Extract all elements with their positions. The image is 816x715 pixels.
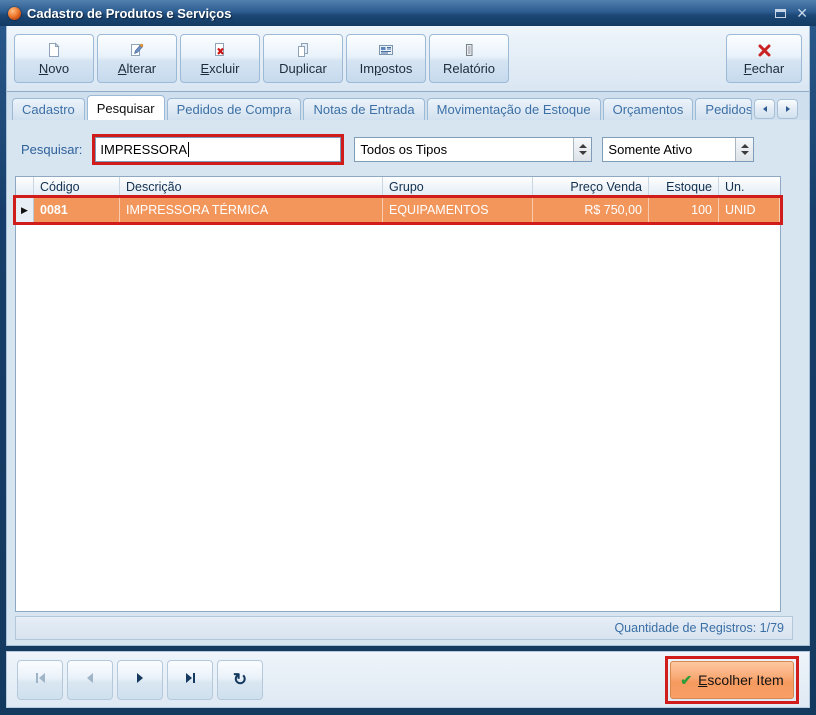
tab-orcamentos[interactable]: Orçamentos bbox=[603, 98, 694, 120]
spinner-arrows-icon[interactable] bbox=[573, 138, 591, 161]
fechar-button[interactable]: Fechar bbox=[726, 34, 802, 83]
tab-scroll-left-icon[interactable] bbox=[754, 99, 775, 119]
search-label: Pesquisar: bbox=[21, 142, 82, 157]
novo-button[interactable]: Novo bbox=[14, 34, 94, 83]
tabstrip: Cadastro Pesquisar Pedidos de Compra Not… bbox=[7, 92, 809, 120]
previous-record-icon bbox=[85, 672, 95, 687]
window-title: Cadastro de Produtos e Serviços bbox=[27, 6, 231, 21]
active-filter-value: Somente Ativo bbox=[603, 138, 735, 161]
first-record-button[interactable] bbox=[17, 660, 63, 700]
cell-codigo: 0081 bbox=[34, 198, 120, 222]
tab-movimentacao-de-estoque[interactable]: Movimentação de Estoque bbox=[427, 98, 601, 120]
delete-icon bbox=[212, 42, 229, 59]
search-input-value: IMPRESSORA bbox=[100, 142, 187, 157]
last-record-icon bbox=[184, 672, 197, 687]
grid-header-grupo[interactable]: Grupo bbox=[383, 177, 533, 197]
app-window: Cadastro de Produtos e Serviços ✕ Novo A… bbox=[0, 0, 816, 715]
first-record-icon bbox=[34, 672, 47, 687]
cell-grupo: EQUIPAMENTOS bbox=[383, 198, 533, 222]
escolher-item-button[interactable]: ✔ Escolher Item bbox=[670, 661, 794, 699]
row-indicator-arrow-icon: ▶ bbox=[21, 205, 28, 216]
bottom-bar: ↻ ✔ Escolher Item bbox=[6, 651, 810, 708]
statusbar: Quantidade de Registros: 1/79 bbox=[15, 616, 793, 640]
app-icon bbox=[8, 7, 21, 20]
grid-header-indicator bbox=[16, 177, 34, 197]
duplicate-icon bbox=[295, 42, 312, 59]
table-row-selected[interactable]: ▶ 0081 IMPRESSORA TÉRMICA EQUIPAMENTOS R… bbox=[16, 198, 780, 222]
tab-pedidos-de-compra[interactable]: Pedidos de Compra bbox=[167, 98, 302, 120]
refresh-icon: ↻ bbox=[233, 671, 247, 688]
main-panel: Novo Alterar Excluir Duplicar bbox=[6, 26, 810, 646]
impostos-button[interactable]: Impostos bbox=[346, 34, 426, 83]
tab-pedidos-de[interactable]: Pedidos de bbox=[695, 98, 752, 120]
tab-notas-de-entrada[interactable]: Notas de Entrada bbox=[303, 98, 424, 120]
text-caret bbox=[188, 142, 189, 157]
excluir-button[interactable]: Excluir bbox=[180, 34, 260, 83]
taxes-card-icon bbox=[378, 42, 395, 59]
pesquisar-panel: Pesquisar: IMPRESSORA Todos os Tipos Som… bbox=[7, 120, 809, 645]
toolbar: Novo Alterar Excluir Duplicar bbox=[7, 26, 809, 92]
edit-icon bbox=[129, 42, 146, 59]
cell-un: UNID bbox=[719, 198, 780, 222]
tab-cadastro[interactable]: Cadastro bbox=[12, 98, 85, 120]
close-icon[interactable]: ✕ bbox=[796, 6, 808, 20]
records-count: Quantidade de Registros: 1/79 bbox=[614, 621, 784, 635]
green-check-icon: ✔ bbox=[680, 673, 692, 687]
type-filter-select[interactable]: Todos os Tipos bbox=[354, 137, 592, 162]
choose-item-annotation-box: ✔ Escolher Item bbox=[665, 656, 799, 704]
grid-header: Código Descrição Grupo Preço Venda Estoq… bbox=[16, 177, 780, 198]
active-filter-select[interactable]: Somente Ativo bbox=[602, 137, 754, 162]
refresh-button[interactable]: ↻ bbox=[217, 660, 263, 700]
titlebar: Cadastro de Produtos e Serviços ✕ bbox=[0, 0, 816, 26]
cell-estoque: 100 bbox=[649, 198, 719, 222]
toolbar-spacer bbox=[512, 34, 723, 83]
search-annotation-box: IMPRESSORA bbox=[92, 134, 344, 165]
grid-header-codigo[interactable]: Código bbox=[34, 177, 120, 197]
row-indicator-cell: ▶ bbox=[16, 198, 34, 222]
results-grid: Código Descrição Grupo Preço Venda Estoq… bbox=[15, 176, 781, 612]
maximize-icon[interactable] bbox=[775, 9, 786, 18]
grid-empty-area bbox=[16, 222, 780, 611]
search-input[interactable]: IMPRESSORA bbox=[95, 137, 341, 162]
cell-preco-venda: R$ 750,00 bbox=[533, 198, 649, 222]
last-record-button[interactable] bbox=[167, 660, 213, 700]
red-x-icon bbox=[756, 42, 773, 59]
spinner-arrows-icon[interactable] bbox=[735, 138, 753, 161]
relatorio-button[interactable]: Relatório bbox=[429, 34, 509, 83]
grid-header-descricao[interactable]: Descrição bbox=[120, 177, 383, 197]
grid-header-preco-venda[interactable]: Preço Venda bbox=[533, 177, 649, 197]
next-record-button[interactable] bbox=[117, 660, 163, 700]
cell-descricao: IMPRESSORA TÉRMICA bbox=[120, 198, 383, 222]
new-document-icon bbox=[46, 42, 63, 59]
type-filter-value: Todos os Tipos bbox=[355, 138, 573, 161]
tab-scroll-right-icon[interactable] bbox=[777, 99, 798, 119]
next-record-icon bbox=[135, 672, 145, 687]
alterar-button[interactable]: Alterar bbox=[97, 34, 177, 83]
grid-header-estoque[interactable]: Estoque bbox=[649, 177, 719, 197]
search-row: Pesquisar: IMPRESSORA Todos os Tipos Som… bbox=[7, 120, 809, 174]
grid-header-un[interactable]: Un. bbox=[719, 177, 780, 197]
duplicar-button[interactable]: Duplicar bbox=[263, 34, 343, 83]
window-controls: ✕ bbox=[775, 6, 808, 20]
report-icon bbox=[461, 42, 478, 59]
previous-record-button[interactable] bbox=[67, 660, 113, 700]
tab-pesquisar[interactable]: Pesquisar bbox=[87, 95, 165, 120]
